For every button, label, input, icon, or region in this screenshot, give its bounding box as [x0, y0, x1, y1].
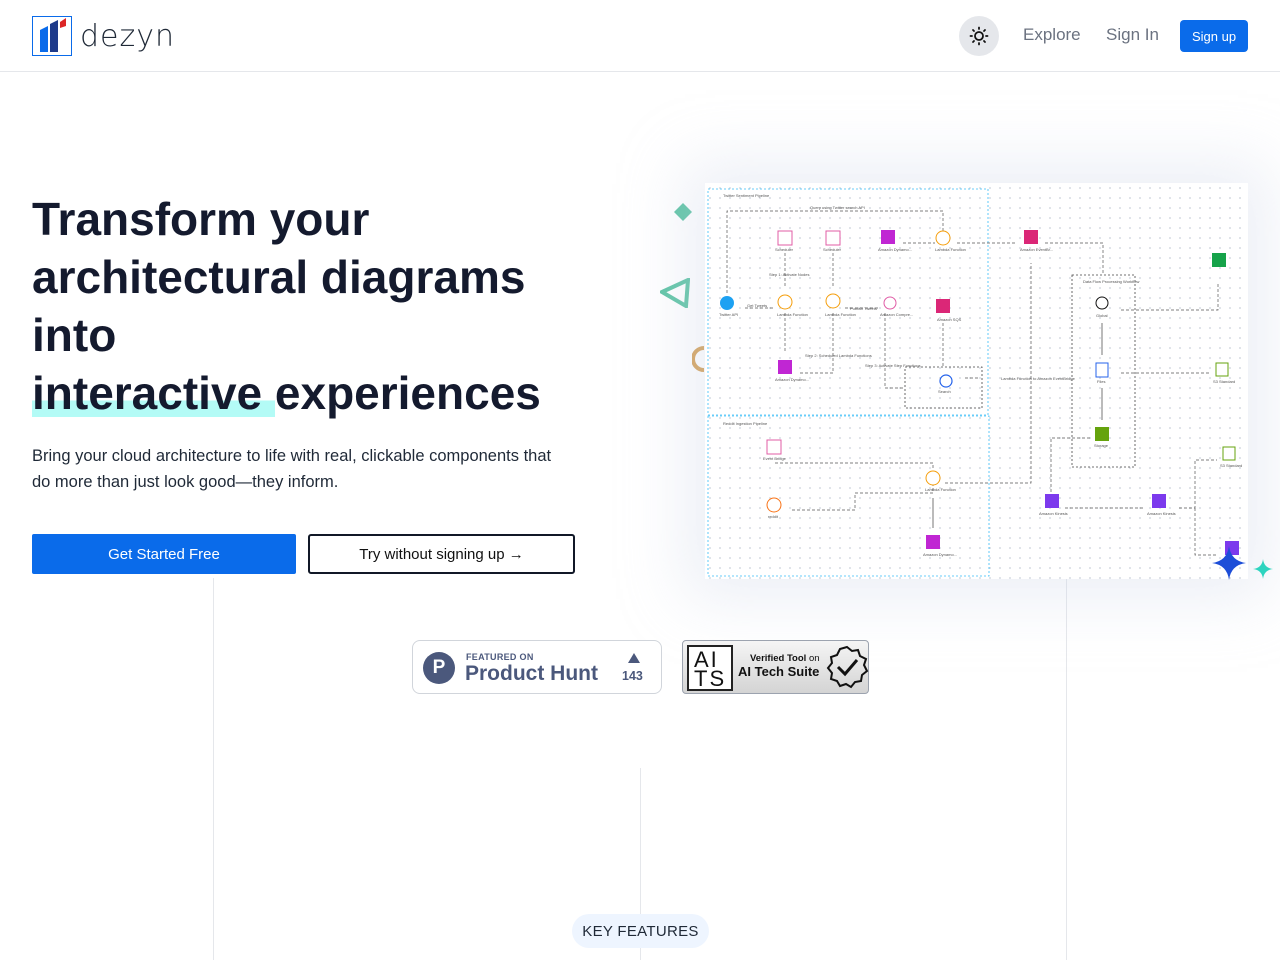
- architecture-diagram: Twitter Sentiment Pipeline Reddit Ingest…: [707, 188, 1242, 577]
- verified-seal-icon: [826, 645, 869, 689]
- diagram-node-s3-2: S3 Standard: [1220, 463, 1242, 468]
- dezyn-logo-icon: [32, 16, 72, 56]
- brand-logo[interactable]: dezyn: [32, 16, 175, 56]
- hero-title-highlight-text: interactive: [32, 367, 263, 419]
- product-hunt-featured-text: FEATURED ON: [466, 652, 534, 662]
- product-hunt-upvote-count: 143: [622, 669, 643, 683]
- hero-title-line2: architectural diagrams: [32, 251, 526, 303]
- architecture-diagram-preview[interactable]: Twitter Sentiment Pipeline Reddit Ingest…: [705, 183, 1248, 579]
- site-header: dezyn Explore Sign In Sign up: [0, 0, 1280, 72]
- diagram-label-get-tweets: Get Tweets: [747, 303, 767, 308]
- diagram-label-step1: Step 1: Activate Nodes: [769, 272, 809, 277]
- ring-decoration-icon: [692, 346, 705, 372]
- nav-sign-in-link[interactable]: Sign In: [1106, 25, 1159, 45]
- diagram-node-dynamo-1: Amazon Dynamo...: [878, 247, 912, 252]
- brand-name: dezyn: [80, 18, 176, 54]
- ai-on-label: on: [808, 653, 820, 664]
- grid-line-left: [213, 578, 214, 960]
- nav-explore-link[interactable]: Explore: [1023, 25, 1081, 45]
- diagram-node-dynamo-3: Amazon Dynamo...: [923, 552, 957, 557]
- hero-title-highlight: interactive: [32, 367, 275, 419]
- diagram-node-eventbridge: Amazon EventBr...: [1020, 247, 1053, 252]
- hero-title: Transform your architectural diagrams in…: [32, 190, 592, 422]
- diagram-node-s3-1: S3 Standard: [1213, 379, 1235, 384]
- diagram-node-sqs: Amazon SQS: [937, 317, 962, 322]
- diagram-node-comprehend: Amazon Compre...: [880, 312, 913, 317]
- diagram-node-lambda-4: Lambda Function: [925, 487, 956, 492]
- diagram-node-search: Search: [938, 389, 951, 394]
- ai-verified-text: Verified Tool on: [750, 653, 820, 664]
- diagram-node-scheduler-2: Scheduler: [823, 247, 842, 252]
- diagram-label-step2: Step 2: Scheduled Lambda Functions: [805, 353, 872, 358]
- diamond-decoration-icon: [674, 203, 692, 221]
- diagram-node-reddit: reddit: [768, 514, 779, 519]
- diagram-node-lambda-3: Lambda Function: [825, 312, 856, 317]
- get-started-button[interactable]: Get Started Free: [32, 534, 296, 574]
- try-without-signup-button[interactable]: Try without signing up →: [308, 534, 575, 574]
- diagram-group-right-label: Data Flow Processing Workflow: [1083, 279, 1140, 284]
- triangle-decoration-icon: [660, 278, 690, 308]
- diagram-node-kinesis-2: Amazon Kinesis: [1147, 511, 1176, 516]
- diagram-label-step3: Step 3: Activate Step Functions: [865, 363, 921, 368]
- sign-up-button[interactable]: Sign up: [1180, 20, 1248, 52]
- theme-toggle-button[interactable]: [959, 16, 999, 56]
- diagram-label-query: Query using Twitter search API: [810, 205, 865, 210]
- ai-tech-suite-name: AI Tech Suite: [738, 664, 820, 679]
- diagram-node-event-bridge: Event Bridge: [763, 456, 787, 461]
- diagram-node-files: Files: [1097, 379, 1105, 384]
- hero-subtitle: Bring your cloud architecture to life wi…: [32, 447, 552, 491]
- diagram-node-lambda-1: Lambda Function: [935, 247, 966, 252]
- diagram-group-top-label: Twitter Sentiment Pipeline: [723, 193, 770, 198]
- diagram-node-scheduler-1: Scheduler: [775, 247, 794, 252]
- sparkle-blue-icon: [1212, 546, 1246, 580]
- hero-title-line1: Transform your: [32, 193, 370, 245]
- hero-title-tail: experiences: [274, 367, 541, 419]
- diagram-node-twitter: Twitter API: [719, 312, 738, 317]
- ai-tech-suite-logo: AI TS: [687, 645, 733, 691]
- diagram-group-bottom-label: Reddit Ingestion Pipeline: [723, 421, 768, 426]
- ai-tech-suite-badge[interactable]: AI TS Verified Tool on AI Tech Suite: [682, 640, 869, 694]
- diagram-label-publish: Publish Tweets: [850, 306, 877, 311]
- diagram-node-kinesis-1: Amazon Kinesis: [1039, 511, 1068, 516]
- ai-verified-label: Verified Tool: [750, 653, 807, 664]
- product-hunt-name: Product Hunt: [465, 662, 598, 685]
- diagram-label-lambda-event: Lambda Function to Amazon EventBridge: [1001, 376, 1076, 381]
- diagram-node-global: Global: [1096, 313, 1108, 318]
- upvote-triangle-icon: [628, 653, 640, 663]
- product-hunt-logo-icon: P: [423, 652, 455, 684]
- diagram-node-dynamo-2: Amazon Dynamo...: [775, 377, 809, 382]
- key-features-pill: KEY FEATURES: [572, 914, 709, 948]
- hero-title-line3: into: [32, 309, 117, 361]
- diagram-node-lambda-2: Lambda Function: [777, 312, 808, 317]
- diagram-node-storage: Storage: [1094, 443, 1109, 448]
- grid-line-right: [1066, 578, 1067, 960]
- sun-icon: [969, 26, 989, 46]
- sparkle-teal-icon: [1253, 559, 1273, 579]
- product-hunt-badge[interactable]: P FEATURED ON Product Hunt 143: [412, 640, 662, 694]
